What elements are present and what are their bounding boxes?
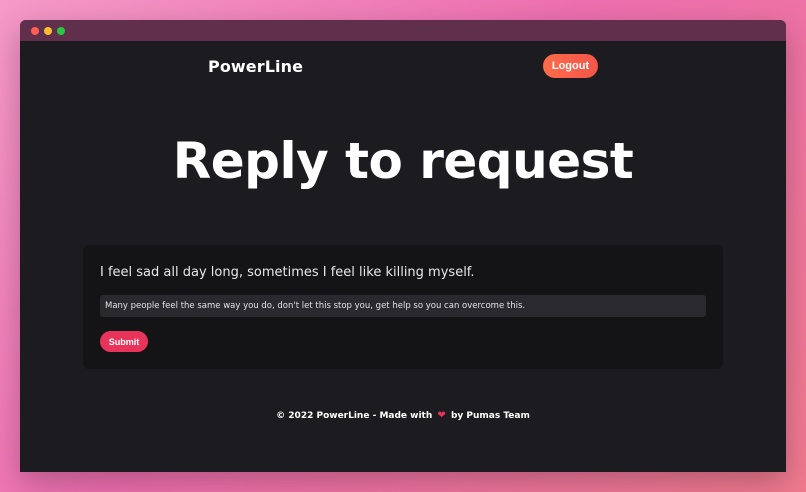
reply-input[interactable] bbox=[100, 295, 706, 317]
minimize-window-icon[interactable] bbox=[44, 27, 52, 35]
submit-button[interactable]: Submit bbox=[100, 331, 148, 352]
request-text: I feel sad all day long, sometimes I fee… bbox=[100, 265, 475, 280]
heart-icon: ❤ bbox=[437, 410, 446, 421]
page-title: Reply to request bbox=[172, 132, 634, 190]
browser-window: PowerLine Logout Reply to request I feel… bbox=[20, 20, 786, 472]
brand-logo[interactable]: PowerLine bbox=[208, 57, 303, 76]
logout-button[interactable]: Logout bbox=[543, 54, 598, 78]
footer-text-after: by Pumas Team bbox=[450, 411, 530, 421]
footer: © 2022 PowerLine - Made with ❤ by Pumas … bbox=[20, 410, 786, 421]
close-window-icon[interactable] bbox=[31, 27, 39, 35]
footer-text-before: © 2022 PowerLine - Made with bbox=[276, 411, 433, 421]
window-titlebar bbox=[20, 20, 786, 41]
maximize-window-icon[interactable] bbox=[57, 27, 65, 35]
request-card: I feel sad all day long, sometimes I fee… bbox=[83, 245, 723, 369]
